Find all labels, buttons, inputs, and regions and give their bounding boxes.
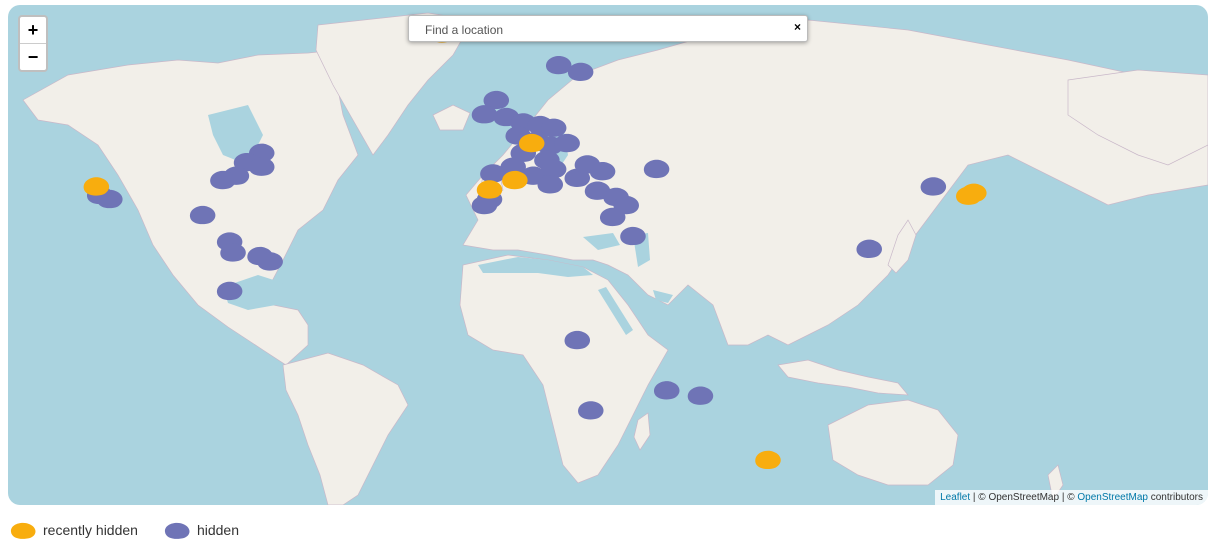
- marker-layer: [83, 24, 987, 470]
- attribution: Leaflet | © OpenStreetMap | © OpenStreet…: [935, 490, 1208, 505]
- hidden-marker[interactable]: [216, 281, 243, 301]
- blob-icon: [10, 522, 36, 539]
- legend: recently hidden hidden: [8, 518, 263, 542]
- hidden-marker[interactable]: [920, 177, 947, 196]
- hidden-marker[interactable]: [578, 401, 604, 420]
- blob-icon: [164, 522, 190, 539]
- hidden-marker[interactable]: [654, 381, 680, 400]
- hidden-marker[interactable]: [189, 205, 216, 225]
- clear-search-button[interactable]: ×: [794, 20, 801, 34]
- hidden-marker[interactable]: [567, 62, 594, 82]
- openstreetmap-link[interactable]: OpenStreetMap: [1077, 492, 1148, 503]
- hidden-marker[interactable]: [546, 55, 572, 75]
- legend-item-recent: recently hidden: [8, 520, 138, 540]
- zoom-out-button[interactable]: −: [20, 43, 46, 70]
- hidden-marker[interactable]: [620, 226, 646, 246]
- map[interactable]: + − × Leaflet | © OpenStreetMap | © Open…: [8, 5, 1208, 505]
- legend-label-hidden: hidden: [196, 522, 239, 538]
- search-input[interactable]: [423, 20, 777, 39]
- zoom-control: + −: [18, 15, 48, 72]
- location-search: ×: [408, 15, 808, 42]
- attribution-text: | © OpenStreetMap | ©: [970, 492, 1078, 503]
- hidden-marker[interactable]: [554, 133, 580, 153]
- hidden-marker[interactable]: [687, 386, 714, 405]
- hidden-marker[interactable]: [856, 239, 882, 259]
- legend-label-recent: recently hidden: [43, 522, 138, 538]
- recently-hidden-marker[interactable]: [476, 180, 503, 199]
- recently-hidden-marker[interactable]: [755, 450, 781, 470]
- legend-item-hidden: hidden: [162, 520, 239, 540]
- zoom-in-button[interactable]: +: [20, 17, 46, 43]
- hidden-marker[interactable]: [643, 159, 670, 179]
- leaflet-link[interactable]: Leaflet: [940, 492, 970, 503]
- recently-hidden-marker[interactable]: [83, 177, 110, 196]
- attribution-suffix: contributors: [1147, 492, 1203, 503]
- hidden-marker[interactable]: [564, 330, 591, 350]
